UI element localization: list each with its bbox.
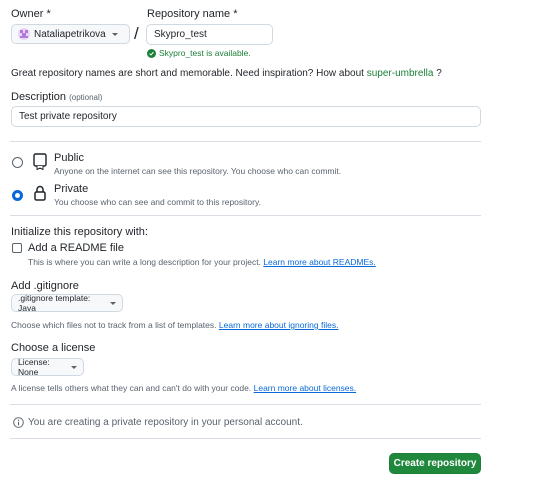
repo-name-label: Repository name * bbox=[147, 8, 238, 20]
repo-name-input[interactable]: Skypro_test bbox=[146, 24, 273, 45]
divider bbox=[10, 141, 481, 142]
create-repository-button[interactable]: Create repository bbox=[389, 453, 481, 474]
inspiration-text: Great repository names are short and mem… bbox=[11, 68, 364, 79]
private-notice: You are creating a private repository in… bbox=[13, 417, 303, 428]
description-value: Test private repository bbox=[19, 111, 117, 122]
chevron-down-icon bbox=[111, 32, 118, 36]
gitignore-select[interactable]: .gitignore template: Java bbox=[11, 293, 123, 313]
license-select-label: License: None bbox=[18, 357, 50, 377]
owner-repo-separator: / bbox=[134, 24, 139, 43]
license-heading: Choose a license bbox=[11, 342, 96, 354]
public-label[interactable]: Public bbox=[54, 152, 84, 164]
chevron-down-icon bbox=[71, 365, 77, 369]
owner-label: Owner * bbox=[11, 8, 51, 20]
public-radio[interactable] bbox=[12, 157, 23, 168]
private-note: You choose who can see and commit to thi… bbox=[54, 197, 261, 207]
private-radio[interactable] bbox=[12, 190, 23, 201]
check-circle-icon bbox=[147, 48, 156, 58]
description-input[interactable]: Test private repository bbox=[11, 106, 481, 127]
private-label[interactable]: Private bbox=[54, 183, 88, 195]
divider bbox=[10, 404, 481, 405]
gitignore-select-label: .gitignore template: Java bbox=[18, 293, 91, 313]
description-label: Description (optional) bbox=[11, 91, 102, 103]
chevron-down-icon bbox=[110, 301, 116, 305]
license-learn-link[interactable]: Learn more about licenses. bbox=[254, 383, 357, 393]
init-heading: Initialize this repository with: bbox=[11, 226, 148, 238]
owner-name: Nataliapetrikova bbox=[34, 28, 106, 40]
readme-checkbox[interactable] bbox=[12, 243, 22, 253]
optional-tag: (optional) bbox=[69, 93, 103, 102]
divider bbox=[10, 438, 481, 439]
info-icon bbox=[13, 417, 24, 428]
inspiration-suffix: ? bbox=[436, 68, 442, 79]
avatar bbox=[18, 28, 30, 40]
suggestion-link[interactable]: super-umbrella bbox=[367, 68, 434, 79]
gitignore-heading: Add .gitignore bbox=[11, 280, 79, 292]
inspiration-line: Great repository names are short and mem… bbox=[11, 68, 442, 79]
repo-icon bbox=[33, 153, 47, 175]
public-note: Anyone on the internet can see this repo… bbox=[54, 166, 342, 176]
lock-icon bbox=[34, 185, 46, 206]
readme-learn-link[interactable]: Learn more about READMEs. bbox=[263, 257, 375, 267]
description-label-text: Description bbox=[11, 91, 67, 103]
notice-text: You are creating a private repository in… bbox=[28, 417, 303, 428]
gitignore-note: Choose which files not to track from a l… bbox=[11, 320, 338, 330]
divider bbox=[10, 215, 481, 216]
owner-select[interactable]: Nataliapetrikova bbox=[11, 24, 130, 44]
license-note-text: A license tells others what they can and… bbox=[11, 383, 252, 393]
repo-name-value: Skypro_test bbox=[154, 29, 207, 40]
readme-label[interactable]: Add a README file bbox=[28, 242, 124, 254]
license-select[interactable]: License: None bbox=[11, 357, 84, 377]
license-note: A license tells others what they can and… bbox=[11, 383, 356, 393]
gitignore-note-text: Choose which files not to track from a l… bbox=[11, 320, 217, 330]
readme-note: This is where you can write a long descr… bbox=[28, 257, 376, 267]
availability-text: Skypro_test is available. bbox=[159, 48, 251, 58]
gitignore-learn-link[interactable]: Learn more about ignoring files. bbox=[219, 320, 339, 330]
repo-availability: Skypro_test is available. bbox=[147, 48, 251, 58]
readme-note-text: This is where you can write a long descr… bbox=[28, 257, 261, 267]
